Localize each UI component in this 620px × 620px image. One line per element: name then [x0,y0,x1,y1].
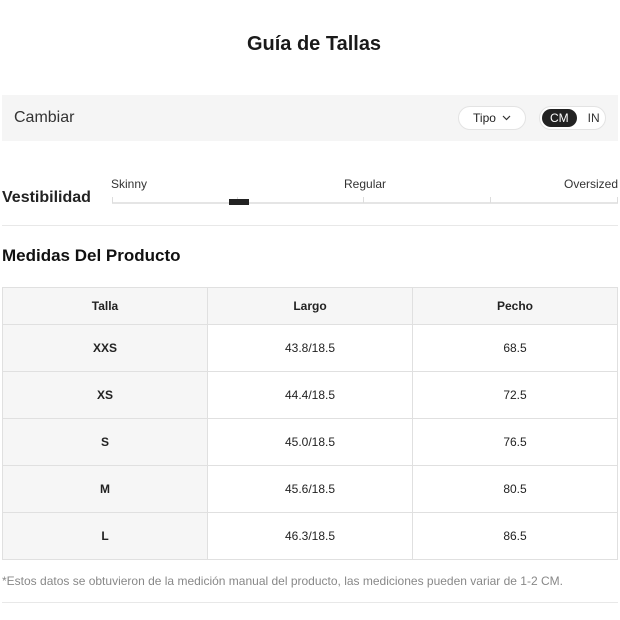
column-header-chest: Pecho [412,287,618,325]
fit-scale-oversized: Oversized [564,177,619,191]
fit-tick [617,197,618,203]
chest-cell: 80.5 [412,465,618,513]
table-row: XXS 43.8/18.5 68.5 [2,324,618,372]
size-cell: XS [2,371,208,419]
footnote: *Estos datos se obtuvieron de la medició… [2,574,563,588]
length-cell: 46.3/18.5 [207,512,413,560]
fit-track [112,202,618,204]
chest-cell: 86.5 [412,512,618,560]
fit-indicator [228,199,249,205]
column-header-length: Largo [207,287,413,325]
unit-cm-option[interactable]: CM [542,109,577,127]
table-row: S 45.0/18.5 76.5 [2,418,618,466]
fit-scale-regular: Regular [344,177,387,191]
chest-cell: 76.5 [412,418,618,466]
divider [2,602,618,603]
change-bar: Cambiar Tipo CM IN [2,95,618,141]
chest-cell: 72.5 [412,371,618,419]
length-cell: 45.0/18.5 [207,418,413,466]
page-title: Guía de Tallas [246,33,382,55]
table-row: M 45.6/18.5 80.5 [2,465,618,513]
size-cell: S [2,418,208,466]
size-table: Talla Largo Pecho XXS 43.8/18.5 68.5 XS … [2,287,618,560]
divider [2,225,618,226]
type-dropdown-label: Tipo [473,111,496,125]
size-guide-page: Guía de Tallas Cambiar Tipo CM IN Vestib… [0,0,620,620]
type-dropdown-button[interactable]: Tipo [458,106,526,130]
unit-toggle: CM IN [539,106,606,130]
table-header-row: Talla Largo Pecho [2,287,618,325]
fit-label: Vestibilidad [2,189,91,206]
length-cell: 45.6/18.5 [207,465,413,513]
size-cell: L [2,512,208,560]
unit-in-option[interactable]: IN [580,109,608,127]
chevron-down-icon [502,115,511,121]
fit-tick [363,197,364,203]
chest-cell: 68.5 [412,324,618,372]
fit-tick [112,197,113,203]
table-row: L 46.3/18.5 86.5 [2,512,618,560]
length-cell: 44.4/18.5 [207,371,413,419]
size-cell: XXS [2,324,208,372]
change-label: Cambiar [14,109,75,126]
length-cell: 43.8/18.5 [207,324,413,372]
fit-scale-skinny: Skinny [111,177,148,191]
table-row: XS 44.4/18.5 72.5 [2,371,618,419]
column-header-size: Talla [2,287,208,325]
size-cell: M [2,465,208,513]
fit-tick [490,197,491,203]
measurements-title: Medidas Del Producto [2,246,181,265]
